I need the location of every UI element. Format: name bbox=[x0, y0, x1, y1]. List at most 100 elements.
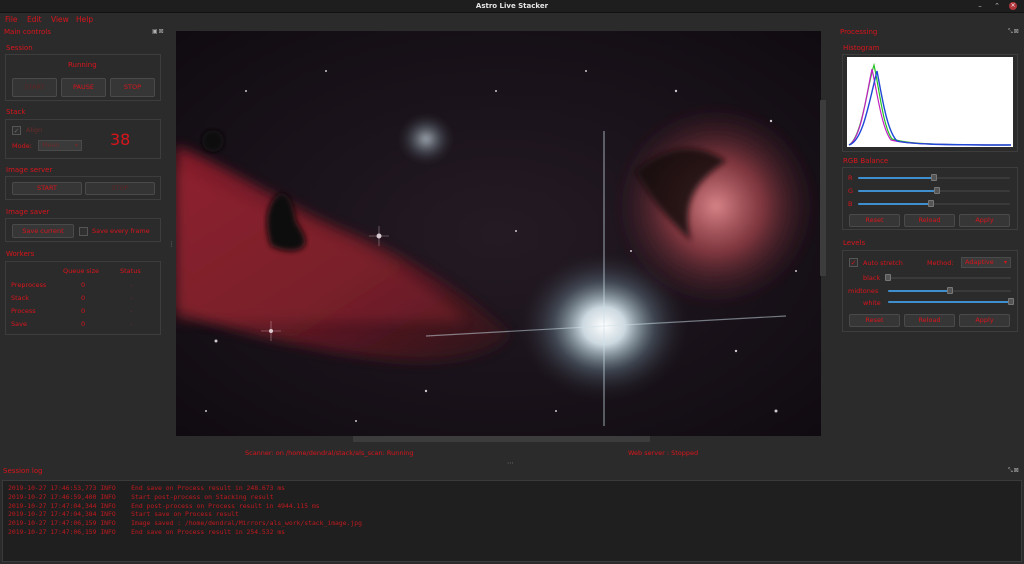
minimize-icon[interactable]: – bbox=[975, 2, 985, 10]
worker-row-queue: 0 bbox=[81, 307, 86, 315]
levels-apply-button[interactable]: Apply bbox=[959, 314, 1010, 327]
log-line: 2019-10-27 17:47:06,159 INFO End save on… bbox=[8, 527, 286, 536]
worker-row-name: Preprocess bbox=[11, 281, 47, 289]
method-select[interactable]: Adaptive ▾ bbox=[961, 257, 1011, 268]
workers-col-queue: Queue size bbox=[63, 267, 100, 275]
session-stop-button[interactable]: STOP bbox=[110, 78, 155, 97]
levels-reload-button[interactable]: Reload bbox=[904, 314, 955, 327]
mode-label: Mode: bbox=[12, 142, 32, 150]
auto-stretch-label: Auto stretch bbox=[863, 259, 903, 267]
worker-row-status: - bbox=[130, 307, 133, 315]
slider-fill bbox=[858, 190, 938, 192]
stack-count: 38 bbox=[110, 130, 131, 149]
slider-handle[interactable] bbox=[946, 287, 953, 294]
align-label: Align bbox=[26, 126, 43, 134]
slider-fill bbox=[858, 203, 931, 205]
title-bar: Astro Live Stacker – ⌃ × bbox=[0, 0, 1024, 13]
log-line: 2019-10-27 17:47:04,344 INFO End post-pr… bbox=[8, 501, 320, 510]
slider-handle[interactable] bbox=[931, 174, 937, 181]
bottom-splitter-handle[interactable]: ⋯ bbox=[507, 459, 514, 467]
mode-select[interactable]: Mean ▾ bbox=[38, 140, 82, 151]
main-controls-title: Main controls bbox=[4, 28, 51, 36]
window-title: Astro Live Stacker bbox=[475, 2, 549, 10]
session-title: Session bbox=[6, 44, 33, 52]
black-label: black bbox=[863, 274, 881, 282]
save-every-frame-checkbox[interactable] bbox=[79, 227, 88, 236]
b-label: B bbox=[848, 200, 853, 208]
worker-row-name: Stack bbox=[11, 294, 29, 302]
chevron-down-icon: ▾ bbox=[1003, 259, 1007, 266]
menu-file[interactable]: File bbox=[5, 15, 18, 24]
slider-fill bbox=[858, 177, 934, 179]
server-stop-button[interactable]: STOP bbox=[85, 182, 155, 195]
maximize-icon[interactable]: ⌃ bbox=[992, 2, 1002, 10]
save-every-frame-label: Save every frame bbox=[92, 227, 150, 235]
midtones-slider[interactable] bbox=[888, 287, 1011, 294]
menu-bar: File Edit View Help bbox=[0, 13, 1024, 26]
log-line: 2019-10-27 17:46:53,773 INFO End save on… bbox=[8, 484, 286, 492]
slider-fill bbox=[888, 290, 950, 292]
worker-row-status: - bbox=[130, 320, 133, 328]
g-label: G bbox=[848, 187, 854, 195]
rgb-reset-button[interactable]: Reset bbox=[849, 214, 900, 227]
b-slider[interactable] bbox=[858, 200, 1010, 207]
levels-title: Levels bbox=[843, 239, 866, 247]
slider-handle[interactable] bbox=[1008, 298, 1014, 305]
log-line: 2019-10-27 17:47:04,384 INFO Start save … bbox=[8, 510, 239, 519]
stack-group bbox=[5, 119, 161, 159]
align-checkbox[interactable]: ✓ bbox=[12, 126, 21, 135]
nebula-image bbox=[176, 31, 821, 436]
log-line: 2019-10-27 17:47:06,159 INFO Image saved… bbox=[8, 519, 362, 528]
rgb-reload-button[interactable]: Reload bbox=[904, 214, 955, 227]
menu-help[interactable]: Help bbox=[76, 15, 93, 24]
menu-view[interactable]: View bbox=[51, 15, 69, 24]
r-slider[interactable] bbox=[858, 174, 1010, 181]
worker-row-status: - bbox=[130, 281, 133, 289]
midtones-label: midtones bbox=[848, 287, 879, 295]
close-icon[interactable]: × bbox=[1009, 2, 1017, 10]
auto-stretch-checkbox[interactable]: ✓ bbox=[849, 258, 858, 267]
black-slider[interactable] bbox=[885, 274, 1011, 281]
session-pause-button[interactable]: PAUSE bbox=[61, 78, 106, 97]
stack-title: Stack bbox=[6, 108, 26, 116]
left-splitter-handle[interactable]: ⋮ bbox=[168, 240, 175, 248]
image-server-title: Image server bbox=[6, 166, 53, 174]
right-dock-buttons[interactable]: ⤡⊠ bbox=[1008, 28, 1020, 36]
menu-edit[interactable]: Edit bbox=[27, 15, 42, 24]
session-log[interactable]: 2019-10-27 17:46:53,773 INFO End save on… bbox=[2, 480, 1022, 562]
session-log-title: Session log bbox=[3, 467, 43, 475]
levels-reset-button[interactable]: Reset bbox=[849, 314, 900, 327]
slider-handle[interactable] bbox=[934, 187, 941, 194]
histogram-curves bbox=[848, 62, 1012, 146]
processing-title: Processing bbox=[840, 28, 878, 36]
rgb-balance-title: RGB Balance bbox=[843, 157, 889, 165]
method-label: Method: bbox=[927, 259, 954, 267]
r-label: R bbox=[848, 174, 853, 182]
worker-row-queue: 0 bbox=[81, 281, 86, 289]
save-current-button[interactable]: Save current bbox=[12, 224, 74, 238]
session-start-button[interactable]: START bbox=[12, 78, 57, 97]
workers-col-status: Status bbox=[120, 267, 141, 275]
white-slider[interactable] bbox=[888, 298, 1014, 305]
image-vertical-scrollbar[interactable] bbox=[820, 100, 826, 276]
log-line: 2019-10-27 17:46:59,400 INFO Start post-… bbox=[8, 492, 274, 501]
stack-image-view[interactable] bbox=[176, 31, 821, 436]
left-dock-buttons[interactable]: ▣⊠ bbox=[152, 28, 165, 35]
log-dock-buttons[interactable]: ⤡⊠ bbox=[1008, 467, 1020, 475]
g-slider[interactable] bbox=[858, 187, 1010, 194]
rgb-apply-button[interactable]: Apply bbox=[959, 214, 1010, 227]
white-label: white bbox=[863, 299, 881, 307]
slider-handle[interactable] bbox=[885, 274, 891, 281]
slider-groove bbox=[888, 277, 1011, 279]
slider-handle[interactable] bbox=[927, 200, 934, 207]
worker-row-name: Process bbox=[11, 307, 36, 315]
image-horizontal-scrollbar[interactable] bbox=[353, 436, 650, 442]
method-select-value: Adaptive bbox=[965, 258, 994, 266]
session-status: Running bbox=[68, 61, 97, 69]
worker-row-name: Save bbox=[11, 320, 27, 328]
server-start-button[interactable]: START bbox=[12, 182, 82, 195]
chevron-down-icon: ▾ bbox=[74, 142, 78, 149]
histogram-plot bbox=[847, 57, 1013, 147]
workers-title: Workers bbox=[6, 250, 35, 258]
slider-fill bbox=[888, 301, 1011, 303]
